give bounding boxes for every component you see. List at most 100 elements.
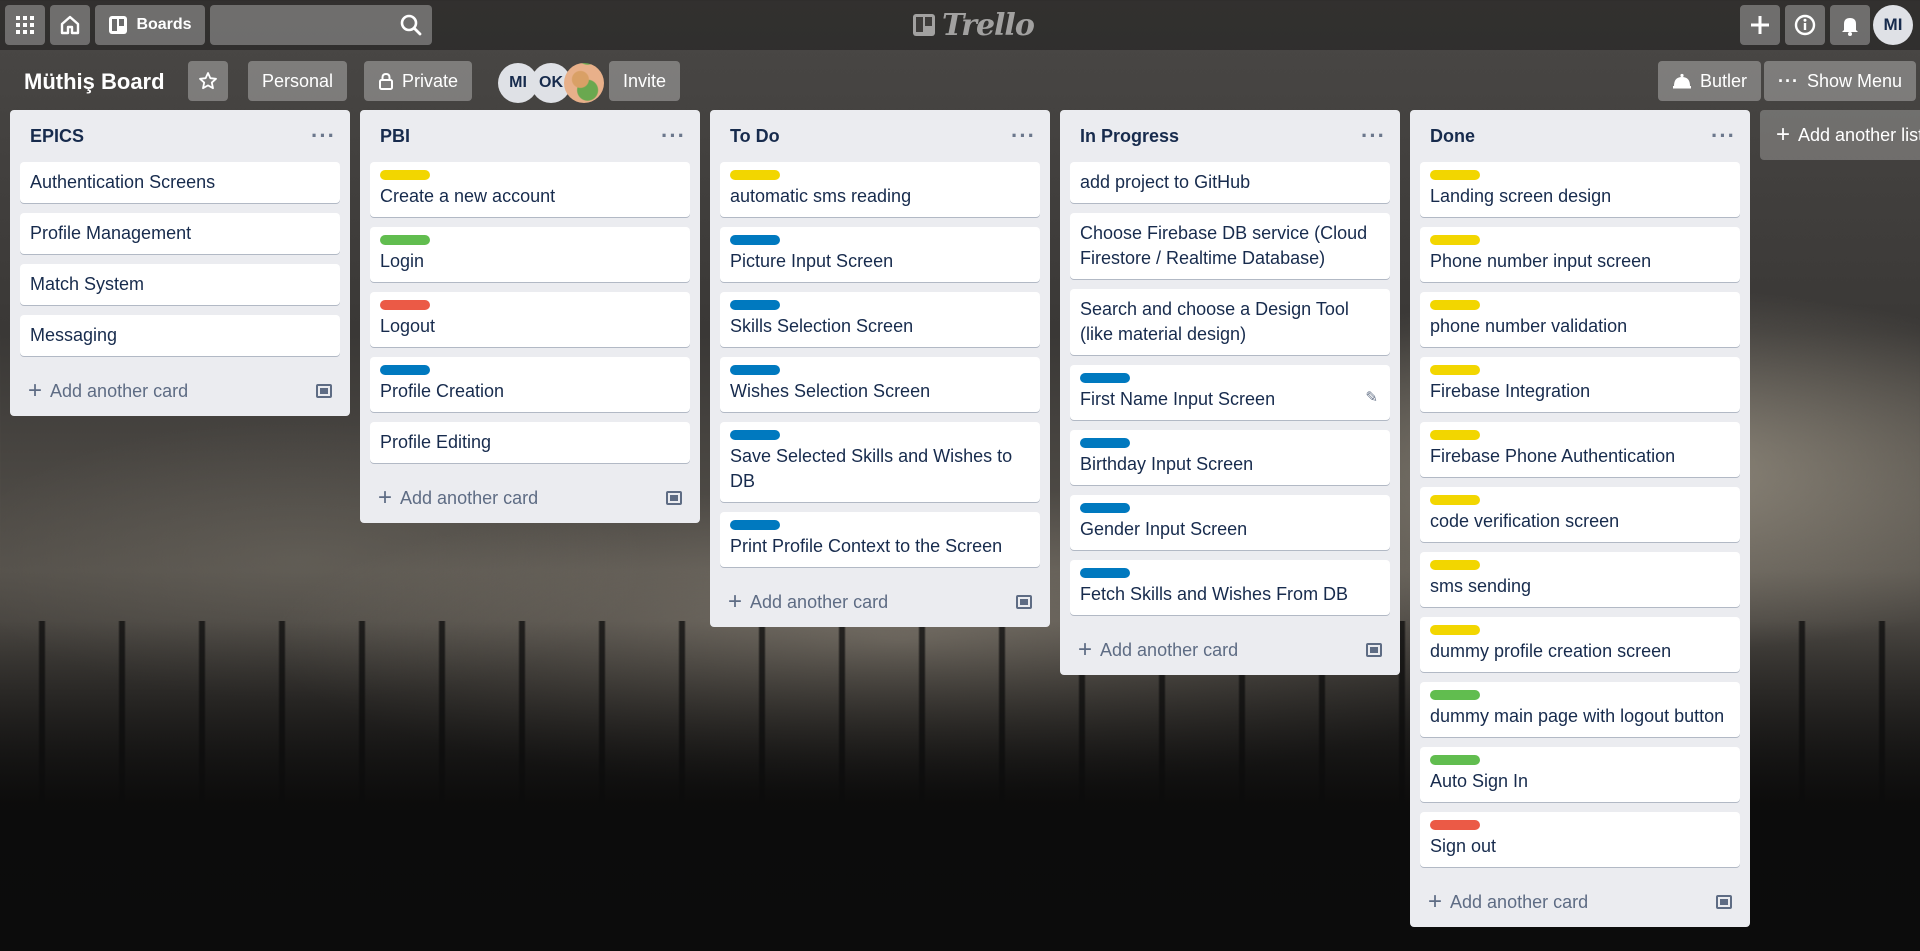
card-template-icon[interactable] (666, 491, 682, 505)
add-card-button[interactable]: + Add another card (1420, 877, 1740, 927)
card-label[interactable] (730, 170, 780, 180)
card[interactable]: automatic sms reading (720, 162, 1040, 217)
card[interactable]: sms sending (1420, 552, 1740, 607)
list-menu-icon[interactable]: ··· (311, 125, 336, 147)
card-label[interactable] (1430, 820, 1480, 830)
card[interactable]: Authentication Screens (20, 162, 340, 203)
card[interactable]: Landing screen design (1420, 162, 1740, 217)
card[interactable]: First Name Input Screen ✎ (1070, 365, 1390, 420)
board-title[interactable]: Müthiş Board (24, 64, 165, 100)
card-label[interactable] (1430, 690, 1480, 700)
card-label[interactable] (1430, 430, 1480, 440)
user-avatar[interactable]: MI (1873, 5, 1913, 45)
card[interactable]: dummy main page with logout button (1420, 682, 1740, 737)
card-label[interactable] (1080, 568, 1130, 578)
card-label[interactable] (380, 235, 430, 245)
search-icon[interactable] (398, 12, 424, 38)
add-card-button[interactable]: + Add another card (370, 473, 690, 523)
card-label[interactable] (730, 520, 780, 530)
trello-logo[interactable]: Trello (912, 8, 1035, 43)
card[interactable]: Match System (20, 264, 340, 305)
card-label[interactable] (1430, 300, 1480, 310)
card-label[interactable] (1430, 625, 1480, 635)
card[interactable]: Login (370, 227, 690, 282)
card[interactable]: Profile Editing (370, 422, 690, 463)
card[interactable]: Messaging (20, 315, 340, 356)
card[interactable]: Birthday Input Screen (1070, 430, 1390, 485)
notifications-button[interactable] (1830, 5, 1870, 45)
add-card-control[interactable]: + Add another card (728, 590, 888, 614)
card-label[interactable] (1080, 373, 1130, 383)
card[interactable]: Profile Creation (370, 357, 690, 412)
list-menu-icon[interactable]: ··· (1361, 125, 1386, 147)
card[interactable]: Auto Sign In (1420, 747, 1740, 802)
card[interactable]: Create a new account (370, 162, 690, 217)
card[interactable]: Phone number input screen (1420, 227, 1740, 282)
add-card-button[interactable]: + Add another card (20, 366, 340, 416)
card-label[interactable] (1430, 495, 1480, 505)
card[interactable]: Logout (370, 292, 690, 347)
card-template-icon[interactable] (316, 384, 332, 398)
card[interactable]: Gender Input Screen (1070, 495, 1390, 550)
card-label[interactable] (730, 235, 780, 245)
card-label[interactable] (1430, 755, 1480, 765)
card-label[interactable] (730, 300, 780, 310)
home-button[interactable] (50, 5, 90, 45)
card[interactable]: code verification screen (1420, 487, 1740, 542)
card-label[interactable] (1430, 235, 1480, 245)
add-card-control[interactable]: + Add another card (1078, 638, 1238, 662)
info-button[interactable] (1785, 5, 1825, 45)
list-menu-icon[interactable]: ··· (661, 125, 686, 147)
star-board-button[interactable] (188, 61, 228, 101)
list-title[interactable]: To Do (730, 126, 780, 147)
add-card-control[interactable]: + Add another card (28, 379, 188, 403)
card-label[interactable] (730, 365, 780, 375)
card-label[interactable] (1430, 365, 1480, 375)
boards-button[interactable]: Boards (95, 5, 205, 45)
card[interactable]: Profile Management (20, 213, 340, 254)
card-template-icon[interactable] (1716, 895, 1732, 909)
add-card-control[interactable]: + Add another card (378, 486, 538, 510)
list-title[interactable]: PBI (380, 126, 410, 147)
card[interactable]: dummy profile creation screen (1420, 617, 1740, 672)
card-label[interactable] (730, 430, 780, 440)
card-label[interactable] (1430, 170, 1480, 180)
show-menu-button[interactable]: ··· Show Menu (1764, 61, 1917, 101)
card[interactable]: Search and choose a Design Tool (like ma… (1070, 289, 1390, 355)
list-title[interactable]: Done (1430, 126, 1475, 147)
list-menu-icon[interactable]: ··· (1711, 125, 1736, 147)
add-card-control[interactable]: + Add another card (1428, 890, 1588, 914)
team-visibility-button[interactable]: Personal (248, 61, 348, 101)
add-card-button[interactable]: + Add another card (1070, 625, 1390, 675)
card-template-icon[interactable] (1016, 595, 1032, 609)
card[interactable]: Print Profile Context to the Screen (720, 512, 1040, 567)
list-title[interactable]: In Progress (1080, 126, 1179, 147)
card[interactable]: Choose Firebase DB service (Cloud Firest… (1070, 213, 1390, 279)
card[interactable]: Wishes Selection Screen (720, 357, 1040, 412)
pencil-icon[interactable]: ✎ (1365, 385, 1378, 410)
list-title[interactable]: EPICS (30, 126, 84, 147)
card[interactable]: Firebase Phone Authentication (1420, 422, 1740, 477)
list-menu-icon[interactable]: ··· (1011, 125, 1036, 147)
invite-button[interactable]: Invite (609, 61, 681, 101)
card-label[interactable] (380, 300, 430, 310)
butler-button[interactable]: Butler (1658, 61, 1762, 101)
add-list-button[interactable]: + Add another list (1760, 110, 1920, 160)
card[interactable]: Save Selected Skills and Wishes to DB (720, 422, 1040, 502)
card-template-icon[interactable] (1366, 643, 1382, 657)
card-label[interactable] (380, 170, 430, 180)
create-button[interactable] (1740, 5, 1780, 45)
privacy-button[interactable]: Private (364, 61, 473, 101)
card-label[interactable] (1430, 560, 1480, 570)
card[interactable]: add project to GitHub (1070, 162, 1390, 203)
card[interactable]: Fetch Skills and Wishes From DB (1070, 560, 1390, 615)
card[interactable]: Sign out (1420, 812, 1740, 867)
add-card-button[interactable]: + Add another card (720, 577, 1040, 627)
card[interactable]: Skills Selection Screen (720, 292, 1040, 347)
member-photo-avatar[interactable] (564, 63, 604, 103)
card[interactable]: Picture Input Screen (720, 227, 1040, 282)
card[interactable]: Firebase Integration (1420, 357, 1740, 412)
card-label[interactable] (1080, 438, 1130, 448)
card-label[interactable] (1080, 503, 1130, 513)
apps-button[interactable] (5, 5, 45, 45)
